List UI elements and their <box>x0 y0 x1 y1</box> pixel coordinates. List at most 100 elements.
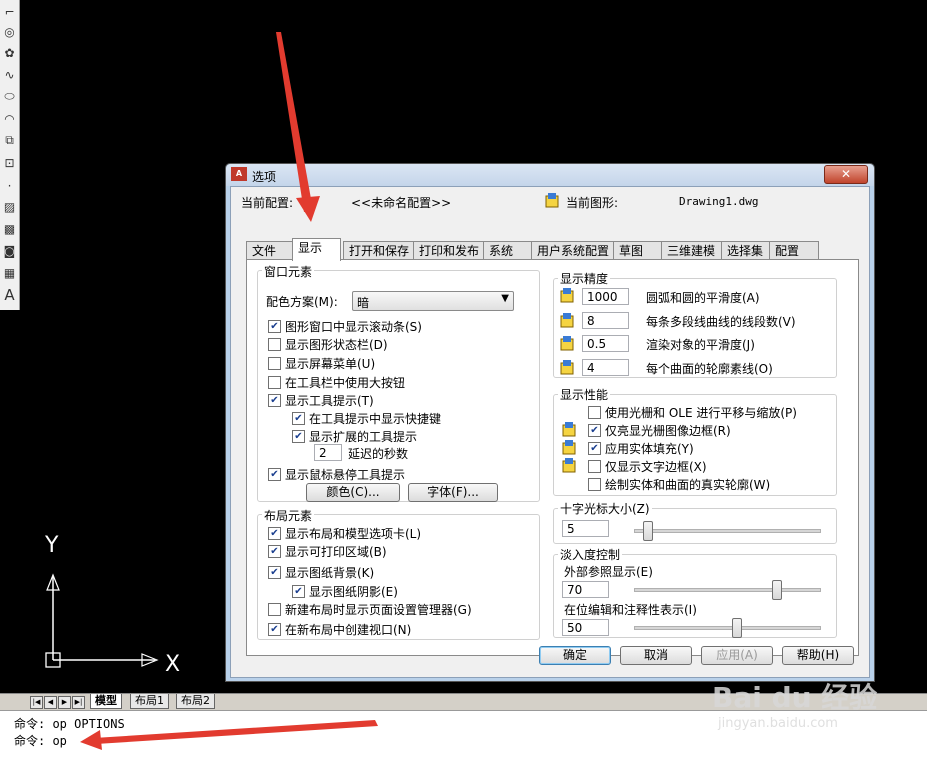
inplace-edit-slider-track[interactable] <box>634 626 821 630</box>
checkbox-box[interactable]: ✔ <box>268 527 281 540</box>
inplace-edit-input[interactable]: 50 <box>562 619 609 636</box>
tab-model[interactable]: 模型 <box>90 694 122 709</box>
tab-layout1[interactable]: 布局1 <box>130 694 169 709</box>
fonts-button[interactable]: 字体(F)... <box>408 483 498 502</box>
tab-system[interactable]: 系统 <box>483 241 533 260</box>
apply-button[interactable]: 应用(A) <box>701 646 773 665</box>
tab-label: 草图 <box>619 244 644 258</box>
options-dialog: A 选项 ✕ 当前配置: <<未命名配置>> 当前图形: Drawing1.dw… <box>225 163 875 682</box>
group-title: 淡入度控制 <box>558 546 623 563</box>
color-scheme-label: 配色方案(M): <box>266 295 338 309</box>
tab-label: 打开和保存 <box>349 244 410 258</box>
region-icon[interactable]: ◙ <box>2 243 17 258</box>
checkbox-label: 显示可打印区域(B) <box>285 545 387 559</box>
tab-display[interactable]: 显示 <box>292 238 341 261</box>
checkbox-box[interactable] <box>588 478 601 491</box>
close-button[interactable]: ✕ <box>824 165 868 184</box>
render-smoothness-input[interactable]: 0.5 <box>582 335 629 352</box>
checkbox-true-silhouettes[interactable]: 绘制实体和曲面的真实轮廓(W) <box>588 476 770 493</box>
tab-selection[interactable]: 选择集 <box>721 241 771 260</box>
tab-plot-publish[interactable]: 打印和发布 <box>413 241 485 260</box>
hatch-icon[interactable]: ▨ <box>2 199 17 214</box>
checkbox-create-viewport[interactable]: ✔ 在新布局中创建视口(N) <box>268 621 411 638</box>
spline-icon[interactable]: ∿ <box>2 67 17 82</box>
checkbox-scrollbars[interactable]: ✔ 图形窗口中显示滚动条(S) <box>268 318 422 335</box>
checkbox-page-setup-manager[interactable]: 新建布局时显示页面设置管理器(G) <box>268 601 472 618</box>
ellipse-arc-icon[interactable]: ◠ <box>2 111 17 126</box>
colors-button[interactable]: 颜色(C)... <box>306 483 400 502</box>
checkbox-box[interactable]: ✔ <box>268 545 281 558</box>
checkbox-box[interactable]: ✔ <box>268 320 281 333</box>
checkbox-box[interactable] <box>268 338 281 351</box>
first-tab-icon[interactable]: |◀ <box>30 696 43 709</box>
checkbox-printable-area[interactable]: ✔ 显示可打印区域(B) <box>268 543 387 560</box>
checkbox-status-bar[interactable]: 显示图形状态栏(D) <box>268 336 388 353</box>
checkbox-box[interactable]: ✔ <box>588 442 601 455</box>
checkbox-box[interactable]: ✔ <box>268 394 281 407</box>
checkbox-solid-fill[interactable]: ✔ 应用实体填充(Y) <box>588 440 694 457</box>
tab-3d-modeling[interactable]: 三维建模 <box>661 241 723 260</box>
gradient-icon[interactable]: ▩ <box>2 221 17 236</box>
command-prompt-line: 命令: op <box>14 734 67 748</box>
inplace-edit-slider-thumb[interactable] <box>732 618 742 638</box>
xref-display-slider-thumb[interactable] <box>772 580 782 600</box>
checkbox-extended-tooltips[interactable]: ✔ 显示扩展的工具提示 <box>292 428 417 445</box>
checkbox-shortcut-keys[interactable]: ✔ 在工具提示中显示快捷键 <box>292 410 441 427</box>
tab-drafting[interactable]: 草图 <box>613 241 663 260</box>
checkbox-box[interactable]: ✔ <box>268 623 281 636</box>
tab-files[interactable]: 文件 <box>246 241 293 260</box>
ellipse-icon[interactable]: ⬭ <box>2 89 17 104</box>
checkbox-box[interactable] <box>588 406 601 419</box>
checkbox-box[interactable]: ✔ <box>268 468 281 481</box>
checkbox-large-buttons[interactable]: 在工具栏中使用大按钮 <box>268 374 405 391</box>
color-scheme-select[interactable]: 暗 ▼ <box>352 291 514 311</box>
tab-layout2[interactable]: 布局2 <box>176 694 215 709</box>
checkbox-box[interactable] <box>588 460 601 473</box>
contour-lines-input[interactable]: 4 <box>582 359 629 376</box>
tab-profiles[interactable]: 配置 <box>769 241 819 260</box>
last-tab-icon[interactable]: ▶| <box>72 696 85 709</box>
insert-block-icon[interactable]: ⧉ <box>2 133 17 148</box>
crosshair-size-slider-thumb[interactable] <box>643 521 653 541</box>
checkbox-text-frame[interactable]: 仅显示文字边框(X) <box>588 458 707 475</box>
checkbox-label: 在工具栏中使用大按钮 <box>285 376 406 390</box>
xref-display-input[interactable]: 70 <box>562 581 609 598</box>
point-icon[interactable]: · <box>2 178 17 193</box>
checkbox-rollover-tooltips[interactable]: ✔ 显示鼠标悬停工具提示 <box>268 466 405 483</box>
delay-seconds-input[interactable]: 2 <box>314 444 342 461</box>
table-icon[interactable]: ▦ <box>2 265 17 280</box>
checkbox-box[interactable] <box>268 376 281 389</box>
dialog-titlebar[interactable]: A 选项 ✕ <box>226 164 874 186</box>
checkbox-box[interactable]: ✔ <box>292 430 305 443</box>
crosshair-size-slider-track[interactable] <box>634 529 821 533</box>
help-button[interactable]: 帮助(H) <box>782 646 854 665</box>
checkbox-box[interactable]: ✔ <box>588 424 601 437</box>
checkbox-box[interactable] <box>268 603 281 616</box>
polyline-segments-input[interactable]: 8 <box>582 312 629 329</box>
checkbox-layout-tabs[interactable]: ✔ 显示布局和模型选项卡(L) <box>268 525 421 542</box>
xref-display-slider-track[interactable] <box>634 588 821 592</box>
ok-button[interactable]: 确定 <box>539 646 611 665</box>
cancel-button[interactable]: 取消 <box>620 646 692 665</box>
checkbox-paper-background[interactable]: ✔ 显示图纸背景(K) <box>268 564 374 581</box>
checkbox-screen-menu[interactable]: 显示屏幕菜单(U) <box>268 355 375 372</box>
checkbox-raster-frame[interactable]: ✔ 仅亮显光栅图像边框(R) <box>588 422 731 439</box>
circle-icon[interactable]: ◎ <box>2 24 17 39</box>
tab-user-preferences[interactable]: 用户系统配置 <box>531 241 615 260</box>
checkbox-box[interactable] <box>268 357 281 370</box>
make-block-icon[interactable]: ⊡ <box>2 155 17 170</box>
prev-tab-icon[interactable]: ◀ <box>44 696 57 709</box>
checkbox-box[interactable]: ✔ <box>292 412 305 425</box>
next-tab-icon[interactable]: ▶ <box>58 696 71 709</box>
polyline-icon[interactable]: ⌐ <box>2 4 17 19</box>
crosshair-size-input[interactable]: 5 <box>562 520 609 537</box>
checkbox-paper-shadow[interactable]: ✔ 显示图纸阴影(E) <box>292 583 398 600</box>
checkbox-tooltips[interactable]: ✔ 显示工具提示(T) <box>268 392 374 409</box>
checkbox-raster-ole-pan[interactable]: 使用光栅和 OLE 进行平移与缩放(P) <box>588 404 797 421</box>
mtext-icon[interactable]: A <box>2 286 17 304</box>
revcloud-icon[interactable]: ✿ <box>2 45 17 60</box>
tab-open-save[interactable]: 打开和保存 <box>343 241 415 260</box>
checkbox-box[interactable]: ✔ <box>268 566 281 579</box>
checkbox-box[interactable]: ✔ <box>292 585 305 598</box>
arc-smoothness-input[interactable]: 1000 <box>582 288 629 305</box>
